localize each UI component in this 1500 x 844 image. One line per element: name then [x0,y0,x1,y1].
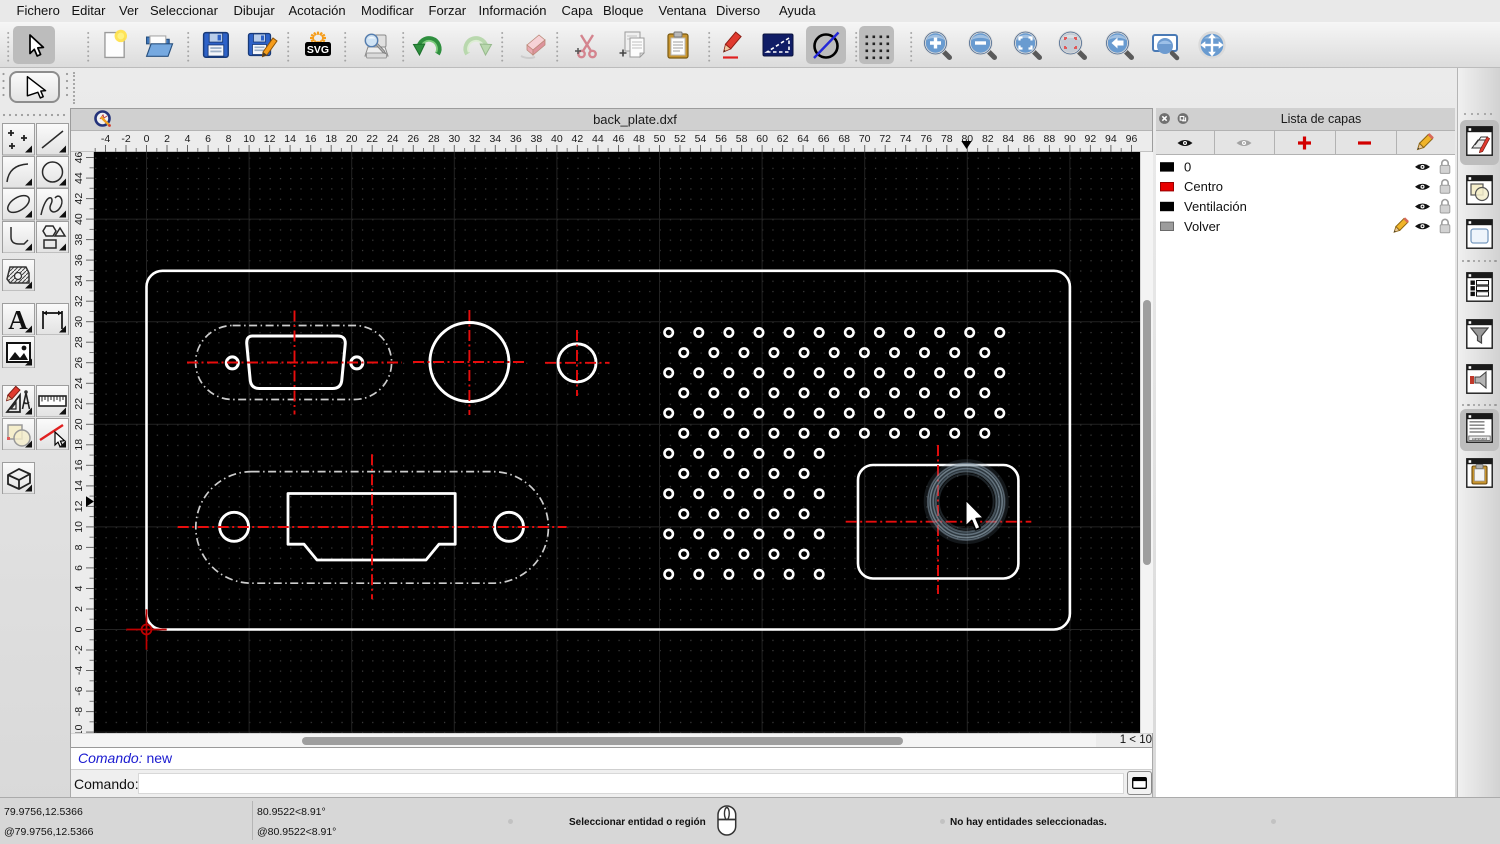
svg-text:24: 24 [387,133,399,145]
svg-text:30: 30 [73,316,85,328]
svg-text:84: 84 [1002,133,1014,145]
svg-text:26: 26 [407,133,419,145]
svg-text:82: 82 [982,133,994,145]
svg-text:2: 2 [164,133,170,145]
svg-text:96: 96 [1126,133,1138,145]
svg-text:40: 40 [551,133,563,145]
svg-text:20: 20 [73,418,85,430]
svg-text:58: 58 [736,133,748,145]
svg-text:12: 12 [264,133,276,145]
svg-text:68: 68 [838,133,850,145]
svg-text:14: 14 [284,133,296,145]
svg-text:-10: -10 [73,724,85,733]
svg-text:78: 78 [941,133,953,145]
svg-text:86: 86 [1023,133,1035,145]
svg-text:28: 28 [428,133,440,145]
svg-text:38: 38 [531,133,543,145]
svg-text:34: 34 [489,133,501,145]
svg-text:54: 54 [695,133,707,145]
svg-text:14: 14 [73,480,85,492]
svg-text:10: 10 [243,133,255,145]
svg-text:50: 50 [654,133,666,145]
svg-text:44: 44 [592,133,604,145]
svg-text:32: 32 [469,133,481,145]
svg-text:-8: -8 [73,707,85,716]
svg-text:12: 12 [73,500,85,512]
svg-text:46: 46 [73,152,85,163]
svg-text:2: 2 [73,606,85,612]
svg-text:90: 90 [1064,133,1076,145]
svg-text:74: 74 [900,133,912,145]
svg-text:18: 18 [325,133,337,145]
svg-text:-2: -2 [73,645,85,654]
svg-text:18: 18 [73,439,85,451]
svg-text:30: 30 [448,133,460,145]
svg-text:-2: -2 [121,133,130,145]
svg-text:76: 76 [920,133,932,145]
svg-text:0: 0 [144,133,150,145]
svg-text:-4: -4 [73,666,85,675]
svg-text:command: command [1472,437,1487,441]
svg-text:44: 44 [73,172,85,184]
svg-text:22: 22 [366,133,378,145]
svg-text:60: 60 [756,133,768,145]
svg-text:40: 40 [73,213,85,225]
svg-text:A: A [8,305,28,335]
svg-text:4: 4 [73,585,85,591]
svg-text:0: 0 [1184,159,1191,174]
svg-text:6: 6 [73,565,85,571]
svg-text:32: 32 [73,295,85,307]
svg-text:20: 20 [346,133,358,145]
svg-text:88: 88 [1044,133,1056,145]
svg-text:-4: -4 [101,133,110,145]
svg-text:8: 8 [73,544,85,550]
svg-text:36: 36 [73,254,85,266]
svg-text:46: 46 [613,133,625,145]
svg-text:92: 92 [1085,133,1097,145]
svg-text:Volver: Volver [1184,219,1221,234]
svg-text:SVG: SVG [306,44,328,56]
svg-text:48: 48 [633,133,645,145]
svg-text:38: 38 [73,234,85,246]
svg-text:52: 52 [674,133,686,145]
svg-text:Ventilación: Ventilación [1184,199,1247,214]
svg-text:72: 72 [879,133,891,145]
svg-text:22: 22 [73,398,85,410]
svg-text:94: 94 [1105,133,1117,145]
svg-text:Centro: Centro [1184,179,1223,194]
svg-text:66: 66 [818,133,830,145]
svg-text:0: 0 [73,626,85,632]
svg-text:24: 24 [73,377,85,389]
svg-text:8: 8 [226,133,232,145]
svg-text:28: 28 [73,336,85,348]
svg-text:36: 36 [510,133,522,145]
svg-text:56: 56 [715,133,727,145]
svg-text:16: 16 [73,459,85,471]
svg-text:10: 10 [73,521,85,533]
svg-text:-6: -6 [73,686,85,695]
svg-text:42: 42 [73,193,85,205]
svg-text:4: 4 [185,133,191,145]
svg-text:6: 6 [205,133,211,145]
svg-text:42: 42 [572,133,584,145]
svg-text:70: 70 [859,133,871,145]
svg-text:34: 34 [73,275,85,287]
svg-text:26: 26 [73,357,85,369]
svg-text:64: 64 [797,133,809,145]
svg-text:16: 16 [305,133,317,145]
svg-text:62: 62 [777,133,789,145]
